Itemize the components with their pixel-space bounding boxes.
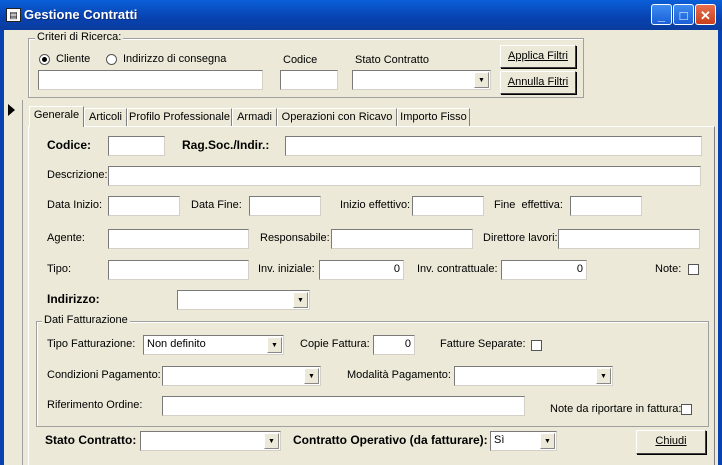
search-criteria-legend: Criteri di Ricerca: [35,31,124,43]
maximize-icon: □ [679,8,688,23]
tab-operazioni-con-ricavo[interactable]: Operazioni con Ricavo [277,108,397,126]
radio-cliente-label: Cliente [56,53,91,65]
copie-fattura-input[interactable]: 0 [373,335,415,355]
note-checkbox[interactable] [688,264,699,275]
contratto-operativo-combo[interactable]: Sì ▼ [490,431,557,451]
riferimento-ordine-input[interactable] [162,396,525,416]
copie-fattura-label: Copie Fattura: [300,338,370,350]
tipo-fatturazione-label: Tipo Fatturazione: [47,338,136,350]
fatture-separate-checkbox[interactable] [531,340,542,351]
descrizione-label: Descrizione: [47,169,108,181]
tipo-label: Tipo: [47,263,72,275]
note-fattura-checkbox[interactable] [681,404,692,415]
direttore-input[interactable] [558,229,700,249]
ragsoc-label: Rag.Soc./Indir.: [182,138,270,152]
direttore-label: Direttore lavori: [483,232,558,244]
codice-label: Codice: [47,138,92,152]
data-fine-label: Data Fine: [191,199,242,211]
tab-generale[interactable]: Generale [29,106,84,127]
search-input[interactable] [38,70,263,90]
responsabile-input[interactable] [331,229,473,249]
data-inizio-input[interactable] [108,196,180,216]
tipo-input[interactable] [108,260,249,280]
chevron-down-icon[interactable]: ▼ [596,368,611,384]
codice-input[interactable] [108,136,165,156]
minimize-icon: _ [657,8,666,23]
stato-search-combo[interactable]: ▼ [352,70,491,90]
indirizzo-combo[interactable]: ▼ [177,290,310,310]
chevron-down-icon[interactable]: ▼ [267,337,282,353]
fatture-separate-label: Fatture Separate: [440,338,526,350]
window-frame-right [718,30,722,465]
chevron-down-icon[interactable]: ▼ [540,433,555,449]
apply-filters-button[interactable]: Applica Filtri [500,45,576,68]
tipo-fatturazione-value: Non definito [147,338,206,350]
tab-profilo-professionale[interactable]: Profilo Professionale [127,108,232,126]
chevron-down-icon[interactable]: ▼ [293,292,308,308]
tipo-fatturazione-combo[interactable]: Non definito ▼ [143,335,284,355]
agente-label: Agente: [47,232,85,244]
radio-indirizzo-label: Indirizzo di consegna [123,53,227,65]
codice-search-input[interactable] [280,70,338,90]
tab-armadi[interactable]: Armadi [232,108,277,126]
inv-iniziale-input[interactable]: 0 [319,260,404,280]
ragsoc-input[interactable] [285,136,702,156]
indirizzo-label: Indirizzo: [47,292,100,306]
condizioni-pagamento-combo[interactable]: ▼ [162,366,321,386]
radio-cliente[interactable] [39,54,50,65]
stato-contratto-label: Stato Contratto: [45,433,137,447]
inv-contrattuale-label: Inv. contrattuale: [417,263,498,275]
responsabile-label: Responsabile: [260,232,330,244]
note-label: Note: [655,263,682,275]
modalita-pagamento-combo[interactable]: ▼ [454,366,613,386]
stato-search-label: Stato Contratto [355,54,429,66]
contratto-operativo-label: Contratto Operativo (da fatturare): [293,433,488,447]
data-fine-input[interactable] [249,196,321,216]
billing-legend: Dati Fatturazione [42,314,130,326]
data-inizio-label: Data Inizio: [47,199,103,211]
tab-importo-fisso[interactable]: Importo Fisso [397,108,470,126]
riferimento-ordine-label: Riferimento Ordine: [47,399,143,411]
condizioni-pagamento-label: Condizioni Pagamento: [47,369,161,381]
record-selector[interactable] [4,100,23,465]
agente-input[interactable] [108,229,249,249]
codice-search-label: Codice [283,54,318,66]
chevron-down-icon[interactable]: ▼ [474,72,489,88]
chiudi-button[interactable]: Chiudi [636,430,706,454]
fine-effettiva-input[interactable] [570,196,642,216]
contratto-operativo-value: Sì [494,434,505,446]
tab-articoli[interactable]: Articoli [84,108,127,126]
note-fattura-label: Note da riportare in fattura: [550,403,682,415]
descrizione-input[interactable] [108,166,701,186]
close-icon: ✕ [700,8,711,23]
current-record-arrow-icon [8,104,15,116]
cancel-filters-button[interactable]: Annulla Filtri [500,71,576,94]
radio-indirizzo[interactable] [106,54,117,65]
fine-effettiva-label: Fine effettiva: [494,199,563,211]
inizio-effettivo-input[interactable] [412,196,484,216]
modalita-pagamento-label: Modalità Pagamento: [347,369,451,381]
chevron-down-icon[interactable]: ▼ [264,433,279,449]
window-title: Gestione Contratti [24,7,138,22]
inv-contrattuale-input[interactable]: 0 [501,260,587,280]
inizio-effettivo-label: Inizio effettivo: [340,199,411,211]
close-button[interactable]: ✕ [695,4,716,25]
stato-contratto-combo[interactable]: ▼ [140,431,281,451]
inv-iniziale-label: Inv. iniziale: [258,263,315,275]
chevron-down-icon[interactable]: ▼ [304,368,319,384]
form-icon[interactable]: ▤ [6,8,21,22]
maximize-button[interactable]: □ [673,4,694,25]
minimize-button[interactable]: _ [651,4,672,25]
